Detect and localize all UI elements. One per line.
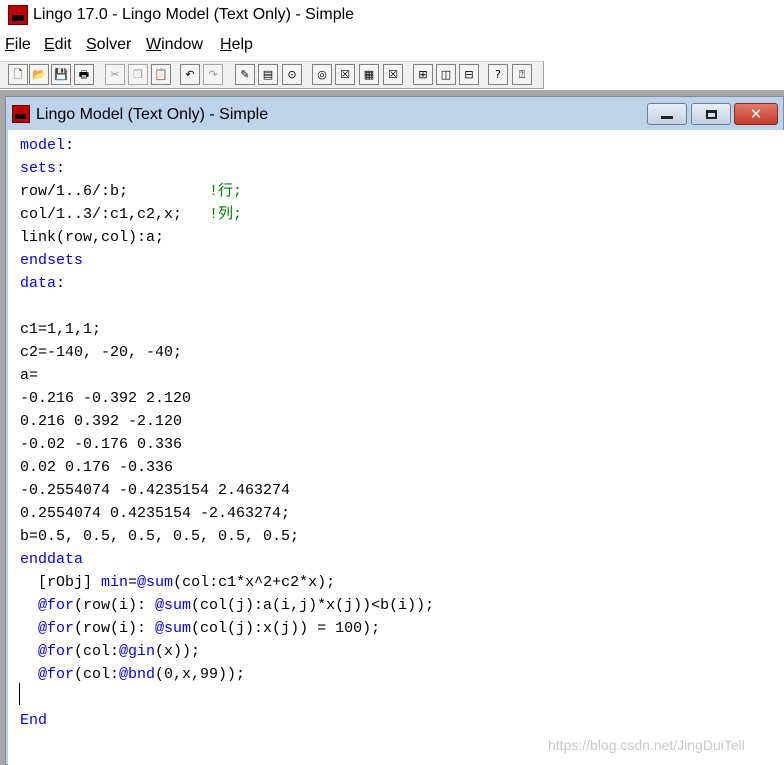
code-line: @for(col:@bnd(0,x,99)); [20, 666, 246, 683]
cut-icon: ✂ [110, 68, 120, 81]
close-icon: ✕ [749, 105, 763, 123]
options-button[interactable]: ☒ [383, 64, 403, 85]
code-line: 0.2554074 0.4235154 -2.463274; [20, 505, 291, 522]
code-line: 0.02 0.176 -0.336 [20, 459, 174, 476]
paste-icon: 📋 [154, 68, 168, 81]
watermark: https://blog.csdn.net/JingDuiTell [548, 737, 745, 753]
help-icon: ? [495, 68, 501, 81]
code-line: [rObj] min=@sum(col:c1*x^2+c2*x); [20, 574, 336, 591]
menu-bar: File Edit Solver Window Help [0, 36, 784, 58]
code-line: End [20, 712, 48, 729]
close-solution-icon: ☒ [340, 68, 350, 81]
copy-button[interactable]: ❐ [128, 64, 148, 85]
match-parenthesis-icon: ⊙ [287, 68, 297, 81]
undo-button[interactable]: ↶ [180, 64, 200, 85]
close-button[interactable]: ✕ [734, 103, 778, 125]
code-line: @for(row(i): @sum(col(j):x(j)) = 100); [20, 620, 381, 637]
help-button[interactable]: ? [488, 64, 508, 85]
code-line: row/1..6/:b; !行; [20, 183, 243, 200]
code-line: c1=1,1,1; [20, 321, 102, 338]
code-line: col/1..3/:c1,c2,x; !列; [20, 206, 243, 223]
redo-icon: ↷ [208, 68, 218, 81]
code-line: 0.216 0.392 -2.120 [20, 413, 183, 430]
open-folder-icon: 📂 [32, 68, 46, 81]
print-icon: 🖶 [78, 68, 90, 81]
solve-icon: ◎ [317, 68, 327, 81]
match-parenthesis-button[interactable]: ⊙ [282, 64, 302, 85]
new-file-button[interactable]: 🗋 [8, 64, 28, 85]
code-line: data: [20, 275, 66, 292]
context-help-button[interactable]: ⍰ [512, 64, 532, 85]
menu-edit[interactable]: Edit [44, 36, 72, 54]
lingo-app-icon[interactable] [8, 5, 28, 25]
paste-button[interactable]: 📋 [151, 64, 171, 85]
print-button[interactable]: 🖶 [74, 64, 94, 85]
model-window-title-bar[interactable]: Lingo Model (Text Only) - Simple ✕ [6, 97, 783, 130]
code-line: -0.2554074 -0.4235154 2.463274 [20, 482, 291, 499]
code-line: a= [20, 367, 39, 384]
model-window-title: Lingo Model (Text Only) - Simple [36, 106, 269, 123]
text-caret [19, 683, 20, 705]
code-line: @for(col:@gin(x)); [20, 643, 201, 660]
model-window-icon[interactable] [12, 105, 30, 123]
maximize-icon [705, 109, 717, 119]
minimize-button[interactable] [647, 103, 687, 125]
find-next-icon: ▤ [262, 68, 274, 81]
code-line: enddata [20, 551, 84, 568]
close-solution-button[interactable]: ☒ [335, 64, 355, 85]
maximize-button[interactable] [691, 103, 731, 125]
code-line: link(row,col):a; [20, 229, 165, 246]
save-button[interactable]: 💾 [51, 64, 71, 85]
arrange-icon: ⊟ [464, 68, 474, 81]
open-folder-button[interactable]: 📂 [29, 64, 49, 85]
find-button[interactable]: ✎ [235, 64, 255, 85]
tile-button[interactable]: ⊞ [413, 64, 433, 85]
solve-button[interactable]: ◎ [312, 64, 332, 85]
code-line: ​ [20, 295, 434, 318]
cascade-icon: ◫ [440, 68, 452, 81]
code-line: sets: [20, 160, 66, 177]
code-text[interactable]: model: sets: row/1..6/:b; !行; col/1..3/:c1,… [20, 134, 434, 732]
arrange-button[interactable]: ⊟ [459, 64, 479, 85]
menu-solver[interactable]: Solver [86, 36, 131, 54]
menu-file[interactable]: File [5, 36, 31, 54]
context-help-icon: ⍰ [518, 68, 526, 81]
new-file-icon: 🗋 [13, 68, 23, 81]
code-line: c2=-140, -20, -40; [20, 344, 183, 361]
send-to-back-icon: ▦ [363, 68, 375, 81]
app-title: Lingo 17.0 - Lingo Model (Text Only) - S… [33, 6, 355, 23]
code-line: ​ [20, 686, 434, 709]
find-next-button[interactable]: ▤ [258, 64, 278, 85]
save-icon: 💾 [54, 68, 68, 81]
code-line: -0.02 -0.176 0.336 [20, 436, 183, 453]
find-icon: ✎ [240, 68, 250, 81]
code-line: model: [20, 137, 75, 154]
minimize-icon [661, 115, 673, 119]
code-line: @for(row(i): @sum(col(j):a(i,j)*x(j))<b(… [20, 597, 435, 614]
cascade-button[interactable]: ◫ [436, 64, 456, 85]
tile-icon: ⊞ [418, 68, 428, 81]
undo-icon: ↶ [185, 68, 195, 81]
app-title-bar: Lingo 17.0 - Lingo Model (Text Only) - S… [0, 0, 784, 33]
code-line: endsets [20, 252, 84, 269]
redo-button[interactable]: ↷ [203, 64, 223, 85]
code-line: b=0.5, 0.5, 0.5, 0.5, 0.5, 0.5; [20, 528, 300, 545]
code-line: -0.216 -0.392 2.120 [20, 390, 192, 407]
copy-icon: ❐ [133, 68, 143, 81]
menu-help[interactable]: Help [220, 36, 253, 54]
menu-window[interactable]: Window [146, 36, 203, 54]
cut-button[interactable]: ✂ [105, 64, 125, 85]
options-icon: ☒ [388, 68, 398, 81]
send-to-back-button[interactable]: ▦ [359, 64, 379, 85]
